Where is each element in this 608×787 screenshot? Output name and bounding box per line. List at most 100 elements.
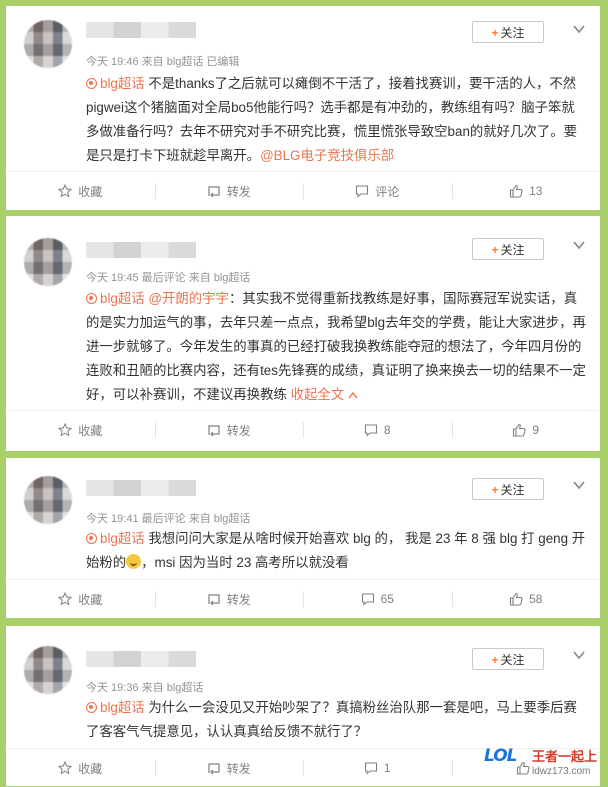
follow-button[interactable]: + 关注 [472,478,544,500]
comment-button[interactable]: 1 [303,749,452,787]
like-button[interactable]: 13 [451,172,601,210]
avatar[interactable] [24,646,72,694]
star-icon [58,184,73,198]
collapse-label: 收起全文 [290,387,345,402]
avatar[interactable] [24,20,72,68]
topic-label: blg超话 [100,76,145,91]
like-count: 58 [529,592,543,606]
follow-button[interactable]: + 关注 [472,648,544,670]
post-body: 为什么一会没见又开始吵架了？真搞粉丝治队那一套是吧，马上要季后赛了客客气气提意见… [86,700,577,739]
comment-count: 评论 [375,184,400,199]
topic-link[interactable]: blg超话 [86,700,145,715]
chevron-up-icon [348,391,358,399]
favorite-label: 收藏 [78,592,103,607]
comment-button[interactable]: 8 [303,411,452,449]
chevron-down-icon[interactable] [572,478,586,492]
repost-label: 转发 [226,592,251,607]
comment-count: 65 [380,592,394,606]
topic-link[interactable]: blg超话 [86,76,145,91]
username[interactable] [86,242,196,258]
laughing-emoji-icon [126,554,142,569]
comment-icon [364,762,377,775]
follow-label: 关注 [500,483,525,497]
action-bar: 收藏 转发 评论 13 [6,172,600,210]
post-text: blg超话 @开朗的宇宇：其实我不觉得重新找教练是好事，国际赛冠军说实话，真的是… [86,287,586,407]
username[interactable] [86,480,196,496]
post-card: 今天 19:45 最后评论 来自 blg超话 + 关注 blg超话 @开朗的宇宇：… [6,216,600,451]
like-button[interactable]: 58 [451,580,601,618]
topic-link[interactable]: blg超话 [86,291,145,306]
repost-button[interactable]: 转发 [154,749,304,787]
comment-count: 8 [383,423,391,437]
like-count: 9 [532,423,540,437]
repost-icon [208,425,220,437]
comment-button[interactable]: 评论 [303,172,452,210]
topic-label: blg超话 [100,700,145,715]
repost-button[interactable]: 转发 [154,411,304,449]
like-count: 13 [529,184,543,198]
repost-button[interactable]: 转发 [154,580,304,618]
thumbs-up-icon [513,423,527,437]
avatar[interactable] [24,238,72,286]
thumbs-up-icon [510,592,523,606]
comment-icon [364,424,377,437]
favorite-button[interactable]: 收藏 [6,411,155,449]
chevron-down-icon[interactable] [572,22,586,36]
action-bar: 收藏 转发 8 9 [6,411,600,449]
follow-label: 关注 [500,653,525,667]
favorite-label: 收藏 [78,423,103,438]
topic-icon [86,293,97,304]
follow-label: 关注 [500,26,525,40]
post-body: ：其实我不觉得重新找教练是好事，国际赛冠军说实话，真的是实力加运气的事，去年只差… [86,291,586,402]
username[interactable] [86,651,196,667]
comment-button[interactable]: 65 [303,580,452,618]
follow-button[interactable]: + 关注 [472,21,544,43]
post-card: 今天 19:46 来自 blg超话 已编辑 + 关注 blg超话 不是thanks… [6,6,600,210]
post-text: blg超话 为什么一会没见又开始吵架了？真搞粉丝治队那一套是吧，马上要季后赛了客… [86,696,586,744]
post-meta: 今天 19:36 来自 blg超话 [86,682,204,694]
comment-count: 1 [383,761,391,775]
favorite-button[interactable]: 收藏 [6,580,155,618]
post-card: 今天 19:41 最后评论 来自 blg超话 + 关注 blg超话 我想问问大家是… [6,458,600,618]
chevron-down-icon[interactable] [572,238,586,252]
mention-link[interactable]: @开朗的宇宇 [148,291,229,306]
repost-label: 转发 [226,761,251,776]
post-text: blg超话 不是thanks了之后就可以瘫倒不干活了，接着找赛训，要干活的人，不… [86,72,586,168]
like-button[interactable]: 9 [451,411,601,449]
star-icon [58,423,73,437]
repost-icon [208,763,220,775]
follow-button[interactable]: + 关注 [472,238,544,260]
username[interactable] [86,22,196,38]
post-meta: 今天 19:41 最后评论 来自 blg超话 [86,513,251,525]
watermark-url: ldwz173.com [532,766,591,777]
topic-label: blg超话 [100,291,145,306]
collapse-link[interactable]: 收起全文 [291,387,358,402]
topic-icon [86,78,97,89]
mention-link[interactable]: @BLG电子竞技俱乐部 [260,148,394,163]
follow-label: 关注 [500,243,525,257]
watermark-logo: LOL [484,746,518,766]
favorite-label: 收藏 [78,184,103,199]
thumbs-up-icon [510,184,523,198]
star-icon [58,592,73,606]
favorite-button[interactable]: 收藏 [6,749,155,787]
avatar[interactable] [24,476,72,524]
topic-icon [86,702,97,713]
watermark-title: 王者一起上 [532,749,598,764]
post-meta: 今天 19:45 最后评论 来自 blg超话 [86,272,251,284]
star-icon [58,761,73,775]
repost-button[interactable]: 转发 [154,172,304,210]
favorite-button[interactable]: 收藏 [6,172,155,210]
site-watermark: LOL 王者一起上 ldwz173.com [484,744,602,784]
favorite-label: 收藏 [78,761,103,776]
post-text: blg超话 我想问问大家是从啥时候开始喜欢 blg 的， 我是 23 年 8 强… [86,527,586,575]
topic-label: blg超话 [100,531,145,546]
chevron-down-icon[interactable] [572,648,586,662]
topic-icon [86,533,97,544]
action-bar: 收藏 转发 65 58 [6,580,600,618]
topic-link[interactable]: blg超话 [86,531,145,546]
post-meta: 今天 19:46 来自 blg超话 已编辑 [86,56,240,68]
repost-label: 转发 [226,184,251,199]
comment-icon [361,593,374,606]
repost-icon [208,594,220,606]
